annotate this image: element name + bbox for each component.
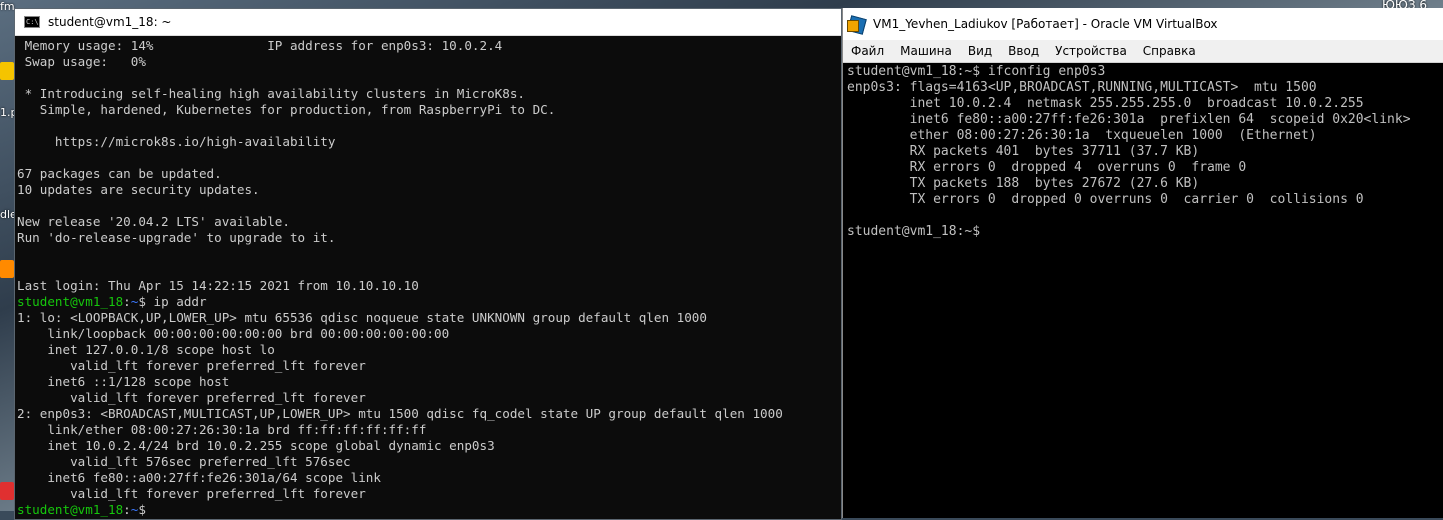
menu-machine[interactable]: Машина xyxy=(892,44,960,58)
console-title: student@vm1_18: ~ xyxy=(48,15,172,29)
desktop-icon-label: fm xyxy=(0,0,15,13)
command-output: 1: lo: <LOOPBACK,UP,LOWER_UP> mtu 65536 … xyxy=(17,310,783,501)
command-text: ip addr xyxy=(153,294,207,309)
desktop-app-icon[interactable] xyxy=(0,482,14,500)
menu-input[interactable]: Ввод xyxy=(1000,44,1047,58)
vlc-icon[interactable] xyxy=(0,260,14,278)
ssh-console-window[interactable]: C:\ student@vm1_18: ~ Memory usage: 14% … xyxy=(14,8,842,520)
menu-devices[interactable]: Устройства xyxy=(1047,44,1135,58)
console-motd: Memory usage: 14% IP address for enp0s3:… xyxy=(17,38,556,293)
prompt-separator: : xyxy=(123,502,131,517)
final-prompt: $ xyxy=(138,502,146,517)
prompt-user: student@vm1_18 xyxy=(17,294,124,309)
console-icon: C:\ xyxy=(24,16,40,28)
prompt-suffix: $ xyxy=(138,294,154,309)
menu-help[interactable]: Справка xyxy=(1135,44,1204,58)
console-output[interactable]: Memory usage: 14% IP address for enp0s3:… xyxy=(15,36,841,518)
console-titlebar[interactable]: C:\ student@vm1_18: ~ xyxy=(15,9,841,36)
menu-view[interactable]: Вид xyxy=(960,44,1000,58)
virtualbox-icon xyxy=(845,13,867,35)
virtualbox-titlebar[interactable]: VM1_Yevhen_Ladiukov [Работает] - Oracle … xyxy=(843,8,1443,40)
virtualbox-menubar: Файл Машина Вид Ввод Устройства Справка xyxy=(843,40,1443,63)
vm-console-output[interactable]: student@vm1_18:~$ ifconfig enp0s3 enp0s3… xyxy=(843,63,1443,240)
prompt-user: student@vm1_18 xyxy=(17,502,124,517)
desktop-app-icon[interactable] xyxy=(0,62,14,80)
virtualbox-window[interactable]: VM1_Yevhen_Ladiukov [Работает] - Oracle … xyxy=(842,8,1443,518)
prompt-separator: : xyxy=(123,294,131,309)
menu-file[interactable]: Файл xyxy=(843,44,892,58)
virtualbox-title: VM1_Yevhen_Ladiukov [Работает] - Oracle … xyxy=(873,17,1218,31)
